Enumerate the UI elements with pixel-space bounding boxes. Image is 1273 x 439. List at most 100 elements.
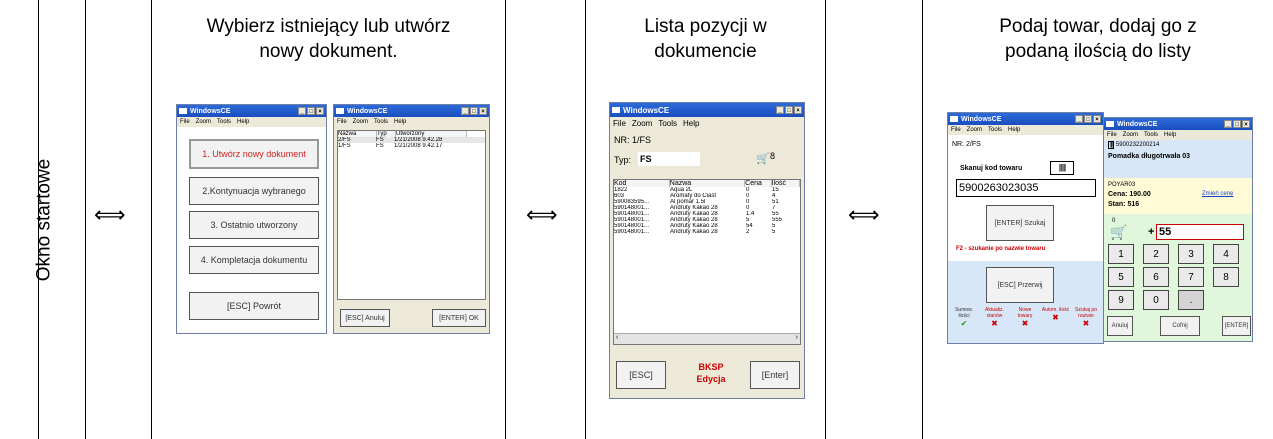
keypad-key[interactable]: 3 xyxy=(1178,244,1204,264)
menu-help[interactable]: Help xyxy=(1008,127,1020,133)
option-auto[interactable]: Autom. ilość ✖ xyxy=(1042,307,1070,328)
table-header: Kod Nazwa Cena Ilość xyxy=(614,180,800,187)
table-row[interactable]: 1/FS FS 1/21/2008 9.42.17 xyxy=(338,143,485,149)
cell-created: 1/21/2008 9.42.17 xyxy=(394,143,443,149)
panel-choose-document: Wybierz istniejący lub utwórz nowy dokum… xyxy=(151,0,506,439)
window-title: WindowsCE xyxy=(1117,120,1158,128)
maximize-icon[interactable]: □ xyxy=(1084,115,1092,123)
double-arrow-icon: ⟺ xyxy=(526,202,558,227)
search-button[interactable]: [ENTER] Szukaj xyxy=(986,205,1054,241)
minimize-icon[interactable]: _ xyxy=(461,107,469,115)
menu-zoom[interactable]: Zoom xyxy=(967,127,982,133)
cancel-button[interactable]: [ESC] Anuluj xyxy=(340,309,390,327)
panel-item-list-title: Lista pozycji w dokumencie xyxy=(586,14,825,64)
keypad-key[interactable]: 1 xyxy=(1108,244,1134,264)
close-icon[interactable]: × xyxy=(316,107,324,115)
barcode-icon: |||||| xyxy=(1050,161,1074,175)
column-header[interactable]: Kod xyxy=(614,180,670,187)
maximize-icon[interactable]: □ xyxy=(1233,120,1241,128)
menu-tools[interactable]: Tools xyxy=(217,119,231,125)
menu-zoom[interactable]: Zoom xyxy=(632,119,652,128)
scroll-right-icon[interactable]: › xyxy=(796,334,798,341)
last-created-button[interactable]: 3. Ostatnio utworzony xyxy=(189,211,319,239)
continue-selected-button[interactable]: 2.Kontynuacja wybranego xyxy=(189,177,319,205)
windows-icon xyxy=(336,108,344,114)
column-header[interactable]: Nazwa xyxy=(669,180,746,187)
minimize-icon[interactable]: _ xyxy=(776,106,784,114)
enter-button[interactable]: [ENTER] xyxy=(1222,316,1251,336)
barcode-input[interactable]: 5900263023035 xyxy=(956,179,1096,197)
document-completion-button[interactable]: 4. Kompletacja dokumentu xyxy=(189,246,319,274)
column-header[interactable]: Cena xyxy=(745,180,772,187)
back-button[interactable]: Cofnij xyxy=(1160,316,1200,336)
cancel-button[interactable]: Anuluj xyxy=(1107,316,1133,336)
menu-help[interactable]: Help xyxy=(394,119,406,125)
menu-zoom[interactable]: Zoom xyxy=(1123,132,1138,138)
table-row[interactable]: 590148001... Andruty Kakao 28 2 5 xyxy=(614,229,800,235)
keypad-key[interactable]: 6 xyxy=(1143,267,1169,287)
option-label: Aktualiz. stanów xyxy=(985,307,1004,319)
title-line: podaną ilością do listy xyxy=(1005,41,1191,62)
menu-file[interactable]: File xyxy=(613,119,626,128)
scroll-left-icon[interactable]: ‹ xyxy=(616,334,618,341)
bksp-edit-label[interactable]: BKSP Edycja xyxy=(688,361,734,385)
menu-file[interactable]: File xyxy=(180,119,190,125)
option-sum[interactable]: Sumow. ilości ✔ xyxy=(950,307,978,328)
maximize-icon[interactable]: □ xyxy=(470,107,478,115)
keypad-key[interactable]: . xyxy=(1178,290,1204,310)
document-number: NR: 2/FS xyxy=(952,141,981,148)
close-icon[interactable]: × xyxy=(794,106,802,114)
menu-zoom[interactable]: Zoom xyxy=(353,119,368,125)
menu-zoom[interactable]: Zoom xyxy=(196,119,211,125)
cell-qty: 5 xyxy=(772,229,776,235)
menu-file[interactable]: File xyxy=(951,127,961,133)
menu-file[interactable]: File xyxy=(1107,132,1117,138)
keypad-key[interactable]: 4 xyxy=(1213,244,1239,264)
maximize-icon[interactable]: □ xyxy=(307,107,315,115)
menu-help[interactable]: Help xyxy=(683,119,699,128)
option-name-search[interactable]: Szukaj po nazwie ✖ xyxy=(1072,307,1100,328)
quantity-input[interactable]: 55 xyxy=(1156,224,1244,240)
window-title: WindowsCE xyxy=(961,115,1002,123)
double-arrow-icon: ⟺ xyxy=(94,202,126,227)
panel-add-product-title: Podaj towar, dodaj go z podaną ilością d… xyxy=(923,14,1273,64)
back-button[interactable]: [ESC] Powrót xyxy=(189,292,319,320)
menu-help[interactable]: Help xyxy=(237,119,249,125)
cart-count: 8 xyxy=(770,151,776,161)
minimize-icon[interactable]: _ xyxy=(1075,115,1083,123)
minimize-icon[interactable]: _ xyxy=(298,107,306,115)
minimize-icon[interactable]: _ xyxy=(1224,120,1232,128)
esc-button[interactable]: [ESC] xyxy=(616,361,666,389)
create-document-button[interactable]: 1. Utwórz nowy dokument xyxy=(189,139,319,169)
keypad-key[interactable]: 9 xyxy=(1108,290,1134,310)
horizontal-scrollbar[interactable]: ‹ › xyxy=(614,333,800,344)
menu-file[interactable]: File xyxy=(337,119,347,125)
keypad-key[interactable]: 2 xyxy=(1143,244,1169,264)
cell-name: Andruty Kakao 28 xyxy=(670,229,718,235)
type-field[interactable]: FS xyxy=(638,152,700,166)
close-icon[interactable]: × xyxy=(479,107,487,115)
menu-bar: File Zoom Tools Help xyxy=(610,117,804,131)
menu-tools[interactable]: Tools xyxy=(374,119,388,125)
option-new[interactable]: Nowe towary ✖ xyxy=(1011,307,1039,328)
title-bar: WindowsCE _ □ × xyxy=(334,105,489,117)
keypad-key[interactable]: 0 xyxy=(1143,290,1169,310)
menu-tools[interactable]: Tools xyxy=(1144,132,1158,138)
keypad-key[interactable]: 7 xyxy=(1178,267,1204,287)
menu-tools[interactable]: Tools xyxy=(988,127,1002,133)
menu-tools[interactable]: Tools xyxy=(658,119,677,128)
maximize-icon[interactable]: □ xyxy=(785,106,793,114)
change-price-link[interactable]: Zmień cenę xyxy=(1202,191,1233,197)
close-icon[interactable]: × xyxy=(1093,115,1101,123)
keypad-key[interactable]: 5 xyxy=(1108,267,1134,287)
column-header[interactable]: Ilość xyxy=(771,180,800,187)
option-update[interactable]: Aktualiz. stanów ✖ xyxy=(981,307,1009,328)
close-icon[interactable]: × xyxy=(1242,120,1250,128)
ok-button[interactable]: [ENTER] OK xyxy=(432,309,486,327)
stop-button[interactable]: [ESC] Przerwij xyxy=(986,267,1054,303)
menu-help[interactable]: Help xyxy=(1164,132,1176,138)
enter-button[interactable]: [Enter] xyxy=(750,361,800,389)
window-item-list: WindowsCE _ □ × File Zoom Tools Help NR: 1/FS … xyxy=(609,102,805,399)
keypad-key[interactable]: 8 xyxy=(1213,267,1239,287)
search-hint: F2 - szukanie po nazwie towaru xyxy=(956,246,1046,252)
